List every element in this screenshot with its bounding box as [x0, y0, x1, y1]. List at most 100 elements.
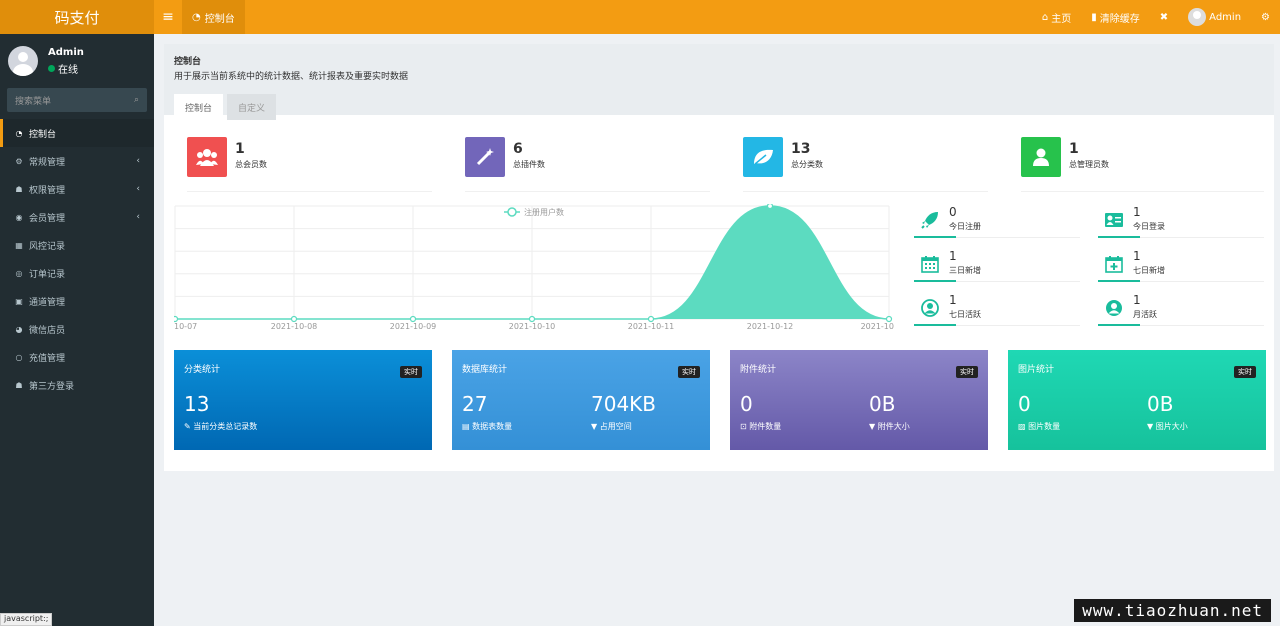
- sidebar-item-general[interactable]: ⚙ 常规管理 ‹: [0, 147, 154, 175]
- mini-value: 1: [949, 293, 957, 307]
- sidebar-item-label: 第三方登录: [29, 381, 75, 392]
- database-icon: ▤: [462, 422, 470, 431]
- wechat-icon: ◕: [15, 324, 23, 334]
- image-icon: ▨: [1018, 422, 1026, 431]
- trash-icon: ▮: [1091, 11, 1097, 23]
- card-image: 图片统计 实时 0 ▨ 图片数量 0B ▼ 图片大小: [1008, 350, 1266, 450]
- legend-label: 注册用户数: [524, 207, 564, 217]
- x-tick-label: 2021-10: [861, 322, 894, 331]
- stat-categories: 13 总分类数: [743, 137, 988, 192]
- gears-icon: ⚙: [15, 156, 23, 166]
- search-icon[interactable]: ⌕: [134, 95, 139, 105]
- user-menu[interactable]: Admin: [1178, 8, 1251, 26]
- user-status-label: 在线: [58, 64, 78, 76]
- sidebar-item-recharge[interactable]: ○ 充值管理: [0, 343, 154, 371]
- sidebar-menu: ◔ 控制台 ⚙ 常规管理 ‹ ☗ 权限管理 ‹ ◉ 会员管理 ‹ ▦ 风控记录 ◎ 订单记录 ▣ 通…: [0, 119, 154, 399]
- x-tick-label: 2021-10-12: [747, 322, 794, 331]
- attachment-icon: ⊡: [740, 422, 747, 431]
- chart-point: [885, 315, 893, 323]
- fullscreen-icon: ✖: [1159, 11, 1169, 23]
- online-dot-icon: [48, 64, 55, 72]
- mini-label: 今日注册: [949, 222, 981, 231]
- mini-three-day-new: 1 三日新增: [914, 248, 1080, 282]
- stat-value: 1: [1069, 141, 1079, 157]
- card-subtext: ▼ 附件大小: [869, 421, 910, 432]
- home-link[interactable]: ⌂ 主页: [1032, 10, 1081, 25]
- x-tick-label: 2021-10-08: [271, 322, 318, 331]
- sidebar: Admin 在线 搜索菜单 ⌕ ◔ 控制台 ⚙ 常规管理 ‹ ☗ 权限管理 ‹ ◉ 会员管理…: [0, 34, 154, 626]
- user-circle-icon: [920, 298, 940, 318]
- sidebar-toggle-icon[interactable]: ≡: [154, 0, 182, 34]
- stat-cards: 分类统计 实时 13 ✎ 当前分类总记录数 数据库统计 实时 27 ▤ 数据表数…: [174, 350, 1266, 450]
- top-tab-dashboard[interactable]: ◔ 控制台: [182, 0, 245, 34]
- realtime-badge: 实时: [678, 366, 700, 378]
- sidebar-item-label: 通道管理: [29, 297, 66, 308]
- chart-point: [647, 315, 655, 323]
- stat-members: 1 总会员数: [187, 137, 432, 192]
- settings-button[interactable]: ⚙: [1251, 12, 1280, 23]
- sidebar-item-wechat[interactable]: ◕ 微信店员: [0, 315, 154, 343]
- calendar-plus-icon: [1104, 254, 1124, 274]
- stat-label: 总会员数: [235, 160, 267, 169]
- card-title: 分类统计: [184, 365, 221, 375]
- user-circle-icon: [1104, 298, 1124, 318]
- sidebar-item-label: 风控记录: [29, 241, 66, 252]
- sidebar-item-label: 微信店员: [29, 325, 66, 336]
- sidebar-item-label: 常规管理: [29, 157, 66, 168]
- mini-value: 1: [1133, 249, 1141, 263]
- chevron-left-icon: ‹: [136, 156, 140, 166]
- stat-label: 总管理员数: [1069, 160, 1109, 169]
- sidebar-item-risk[interactable]: ▦ 风控记录: [0, 231, 154, 259]
- filter-icon: ▼: [1147, 422, 1154, 431]
- sidebar-item-thirdparty[interactable]: ☗ 第三方登录: [0, 371, 154, 399]
- record-icon: ◎: [15, 268, 23, 278]
- filter-icon: ▼: [591, 422, 598, 431]
- chart-point: [409, 315, 417, 323]
- card-title: 图片统计: [1018, 365, 1055, 375]
- card-value: 704KB: [591, 392, 657, 416]
- page-description: 用于展示当前系统中的统计数据、统计报表及重要实时数据: [174, 72, 409, 82]
- top-tab-label: 控制台: [204, 13, 235, 25]
- chart-legend: 注册用户数: [504, 207, 564, 217]
- card-value: 0: [740, 392, 753, 416]
- sidebar-item-label: 权限管理: [29, 185, 66, 196]
- sidebar-item-member[interactable]: ◉ 会员管理 ‹: [0, 203, 154, 231]
- realtime-badge: 实时: [1234, 366, 1256, 378]
- card-title: 数据库统计: [462, 365, 508, 375]
- sidebar-item-label: 订单记录: [29, 269, 66, 280]
- chart-point: [290, 315, 298, 323]
- brand-logo[interactable]: 码支付: [0, 0, 154, 34]
- tab-dashboard[interactable]: 控制台: [174, 94, 224, 120]
- page-title: 控制台: [174, 57, 202, 67]
- search-input[interactable]: 搜索菜单 ⌕: [7, 88, 147, 112]
- stat-label: 总插件数: [513, 160, 545, 169]
- sidebar-item-dashboard[interactable]: ◔ 控制台: [0, 119, 154, 147]
- card-category: 分类统计 实时 13 ✎ 当前分类总记录数: [174, 350, 432, 450]
- sidebar-item-orders[interactable]: ◎ 订单记录: [0, 259, 154, 287]
- mini-stats: 0 今日注册 1 今日登录 1 三日新增 1 七日新增 1 七日活跃 1 月活跃: [914, 204, 1264, 334]
- sidebar-item-channel[interactable]: ▣ 通道管理: [0, 287, 154, 315]
- mini-label: 月活跃: [1133, 310, 1157, 319]
- home-icon: ⌂: [1041, 11, 1049, 23]
- card-sub-label: 附件大小: [877, 422, 910, 431]
- clear-cache-label: 清除缓存: [1099, 13, 1140, 25]
- calendar-icon: [920, 254, 940, 274]
- watermark: www.tiaozhuan.net: [1074, 599, 1271, 622]
- sidebar-item-auth[interactable]: ☗ 权限管理 ‹: [0, 175, 154, 203]
- stat-value: 13: [791, 141, 811, 157]
- fullscreen-button[interactable]: ✖: [1150, 12, 1178, 23]
- circle-icon: ○: [15, 352, 23, 362]
- mini-label: 三日新增: [949, 266, 981, 275]
- mini-seven-day-new: 1 七日新增: [1098, 248, 1264, 282]
- x-tick-label: 2021-10-09: [390, 322, 437, 331]
- stat-label: 总分类数: [791, 160, 823, 169]
- clear-cache-button[interactable]: ▮ 清除缓存: [1081, 10, 1150, 25]
- card-value: 13: [184, 392, 210, 416]
- users-icon: ☗: [15, 184, 23, 194]
- avatar: [1188, 8, 1207, 26]
- x-tick-label: 2021-10-11: [628, 322, 675, 331]
- stat-value: 6: [513, 141, 523, 157]
- tab-custom[interactable]: 自定义: [227, 94, 277, 120]
- map-icon: ▦: [15, 240, 23, 250]
- magic-wand-icon: [465, 137, 505, 177]
